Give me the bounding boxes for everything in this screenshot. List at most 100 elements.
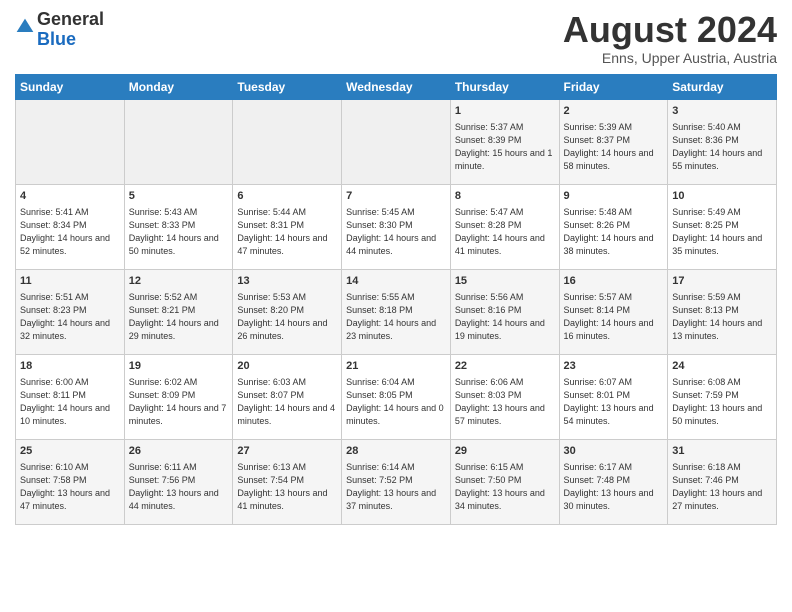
day-number: 22 — [455, 359, 555, 374]
calendar-cell: 23Sunrise: 6:07 AMSunset: 8:01 PMDayligh… — [559, 354, 668, 439]
day-number: 17 — [672, 274, 772, 289]
calendar-cell: 15 Sunrise: 5:56 AMSunset: 8:16 PMDayligh… — [450, 269, 559, 354]
day-number: 30 — [564, 444, 664, 459]
header-tuesday: Tuesday — [233, 74, 342, 99]
calendar-body: 1 Sunrise: 5:37 AMSunset: 8:39 PMDaylight… — [16, 99, 777, 524]
calendar-cell: 25 Sunrise: 6:10 AMSunset: 7:58 PMDayligh… — [16, 439, 125, 524]
calendar-cell: 21 Sunrise: 6:04 AMSunset: 8:05 PMDayligh… — [342, 354, 451, 439]
calendar-header-row: Sunday Monday Tuesday Wednesday Thursday… — [16, 74, 777, 99]
day-number: 28 — [346, 444, 446, 459]
header-friday: Friday — [559, 74, 668, 99]
calendar-cell: 9 Sunrise: 5:48 AMSunset: 8:26 PMDaylight… — [559, 184, 668, 269]
cell-content: Sunrise: 5:48 AMSunset: 8:26 PMDaylight:… — [564, 206, 664, 258]
cell-content: Sunrise: 6:14 AMSunset: 7:52 PMDaylight:… — [346, 461, 446, 513]
day-number: 23 — [564, 359, 664, 374]
cell-content: Sunrise: 6:08 AMSunset: 7:59 PMDaylight:… — [672, 376, 772, 428]
cell-content: Sunrise: 5:45 AMSunset: 8:30 PMDaylight:… — [346, 206, 446, 258]
day-number: 31 — [672, 444, 772, 459]
cell-content: Sunrise: 5:51 AMSunset: 8:23 PMDaylight:… — [20, 291, 120, 343]
day-number: 5 — [129, 189, 229, 204]
day-number: 25 — [20, 444, 120, 459]
day-number: 12 — [129, 274, 229, 289]
header-wednesday: Wednesday — [342, 74, 451, 99]
day-number: 1 — [455, 104, 555, 119]
calendar-cell: 4 Sunrise: 5:41 AMSunset: 8:34 PMDaylight… — [16, 184, 125, 269]
month-title: August 2024 — [563, 10, 777, 50]
cell-content: Sunrise: 5:57 AMSunset: 8:14 PMDaylight:… — [564, 291, 664, 343]
calendar-cell: 31 Sunrise: 6:18 AMSunset: 7:46 PMDayligh… — [668, 439, 777, 524]
calendar-table: Sunday Monday Tuesday Wednesday Thursday… — [15, 74, 777, 525]
calendar-cell: 24Sunrise: 6:08 AMSunset: 7:59 PMDayligh… — [668, 354, 777, 439]
calendar-cell: 6 Sunrise: 5:44 AMSunset: 8:31 PMDaylight… — [233, 184, 342, 269]
calendar-cell: 28 Sunrise: 6:14 AMSunset: 7:52 PMDayligh… — [342, 439, 451, 524]
title-block: August 2024 Enns, Upper Austria, Austria — [563, 10, 777, 66]
calendar-cell: 8Sunrise: 5:47 AMSunset: 8:28 PMDaylight… — [450, 184, 559, 269]
day-number: 15 — [455, 274, 555, 289]
cell-content: Sunrise: 5:43 AMSunset: 8:33 PMDaylight:… — [129, 206, 229, 258]
cell-content: Sunrise: 5:56 AMSunset: 8:16 PMDaylight:… — [455, 291, 555, 343]
day-number: 11 — [20, 274, 120, 289]
cell-content: Sunrise: 5:52 AMSunset: 8:21 PMDaylight:… — [129, 291, 229, 343]
calendar-cell: 13 Sunrise: 5:53 AMSunset: 8:20 PMDayligh… — [233, 269, 342, 354]
calendar-cell: 17 Sunrise: 5:59 AMSunset: 8:13 PMDayligh… — [668, 269, 777, 354]
calendar-cell: 10 Sunrise: 5:49 AMSunset: 8:25 PMDayligh… — [668, 184, 777, 269]
calendar-cell: 7 Sunrise: 5:45 AMSunset: 8:30 PMDaylight… — [342, 184, 451, 269]
cell-content: Sunrise: 5:53 AMSunset: 8:20 PMDaylight:… — [237, 291, 337, 343]
calendar-cell: 1 Sunrise: 5:37 AMSunset: 8:39 PMDaylight… — [450, 99, 559, 184]
logo-general-text: General — [37, 9, 104, 29]
calendar-cell: 30Sunrise: 6:17 AMSunset: 7:48 PMDayligh… — [559, 439, 668, 524]
cell-content: Sunrise: 5:41 AMSunset: 8:34 PMDaylight:… — [20, 206, 120, 258]
logo-blue-text: Blue — [37, 29, 76, 49]
day-number: 26 — [129, 444, 229, 459]
cell-content: Sunrise: 5:40 AMSunset: 8:36 PMDaylight:… — [672, 121, 772, 173]
calendar-cell: 2Sunrise: 5:39 AMSunset: 8:37 PMDaylight… — [559, 99, 668, 184]
calendar-cell: 5 Sunrise: 5:43 AMSunset: 8:33 PMDaylight… — [124, 184, 233, 269]
cell-content: Sunrise: 5:44 AMSunset: 8:31 PMDaylight:… — [237, 206, 337, 258]
cell-content: Sunrise: 6:10 AMSunset: 7:58 PMDaylight:… — [20, 461, 120, 513]
cell-content: Sunrise: 5:37 AMSunset: 8:39 PMDaylight:… — [455, 121, 555, 173]
calendar-cell: 27Sunrise: 6:13 AMSunset: 7:54 PMDayligh… — [233, 439, 342, 524]
day-number: 6 — [237, 189, 337, 204]
cell-content: Sunrise: 6:18 AMSunset: 7:46 PMDaylight:… — [672, 461, 772, 513]
logo-icon — [15, 17, 35, 37]
day-number: 10 — [672, 189, 772, 204]
calendar-cell — [16, 99, 125, 184]
calendar-cell: 18Sunrise: 6:00 AMSunset: 8:11 PMDayligh… — [16, 354, 125, 439]
location: Enns, Upper Austria, Austria — [563, 50, 777, 66]
calendar-cell: 3 Sunrise: 5:40 AMSunset: 8:36 PMDaylight… — [668, 99, 777, 184]
calendar-cell — [342, 99, 451, 184]
logo: General Blue — [15, 10, 104, 50]
day-number: 21 — [346, 359, 446, 374]
cell-content: Sunrise: 6:13 AMSunset: 7:54 PMDaylight:… — [237, 461, 337, 513]
day-number: 4 — [20, 189, 120, 204]
calendar-cell: 19 Sunrise: 6:02 AMSunset: 8:09 PMDayligh… — [124, 354, 233, 439]
cell-content: Sunrise: 6:00 AMSunset: 8:11 PMDaylight:… — [20, 376, 120, 428]
calendar-cell: 14Sunrise: 5:55 AMSunset: 8:18 PMDayligh… — [342, 269, 451, 354]
day-number: 19 — [129, 359, 229, 374]
cell-content: Sunrise: 5:49 AMSunset: 8:25 PMDaylight:… — [672, 206, 772, 258]
calendar-cell: 29Sunrise: 6:15 AMSunset: 7:50 PMDayligh… — [450, 439, 559, 524]
day-number: 9 — [564, 189, 664, 204]
day-number: 3 — [672, 104, 772, 119]
calendar-week-row: 18Sunrise: 6:00 AMSunset: 8:11 PMDayligh… — [16, 354, 777, 439]
calendar-cell: 16Sunrise: 5:57 AMSunset: 8:14 PMDayligh… — [559, 269, 668, 354]
main-container: General Blue August 2024 Enns, Upper Aus… — [0, 0, 792, 535]
cell-content: Sunrise: 5:59 AMSunset: 8:13 PMDaylight:… — [672, 291, 772, 343]
day-number: 2 — [564, 104, 664, 119]
calendar-week-row: 1 Sunrise: 5:37 AMSunset: 8:39 PMDaylight… — [16, 99, 777, 184]
calendar-week-row: 11 Sunrise: 5:51 AMSunset: 8:23 PMDayligh… — [16, 269, 777, 354]
cell-content: Sunrise: 6:02 AMSunset: 8:09 PMDaylight:… — [129, 376, 229, 428]
header-monday: Monday — [124, 74, 233, 99]
header: General Blue August 2024 Enns, Upper Aus… — [15, 10, 777, 66]
calendar-cell: 20Sunrise: 6:03 AMSunset: 8:07 PMDayligh… — [233, 354, 342, 439]
header-thursday: Thursday — [450, 74, 559, 99]
calendar-cell: 22Sunrise: 6:06 AMSunset: 8:03 PMDayligh… — [450, 354, 559, 439]
calendar-cell — [233, 99, 342, 184]
day-number: 8 — [455, 189, 555, 204]
calendar-cell: 26 Sunrise: 6:11 AMSunset: 7:56 PMDayligh… — [124, 439, 233, 524]
cell-content: Sunrise: 6:11 AMSunset: 7:56 PMDaylight:… — [129, 461, 229, 513]
day-number: 7 — [346, 189, 446, 204]
day-number: 13 — [237, 274, 337, 289]
cell-content: Sunrise: 5:55 AMSunset: 8:18 PMDaylight:… — [346, 291, 446, 343]
cell-content: Sunrise: 6:04 AMSunset: 8:05 PMDaylight:… — [346, 376, 446, 428]
